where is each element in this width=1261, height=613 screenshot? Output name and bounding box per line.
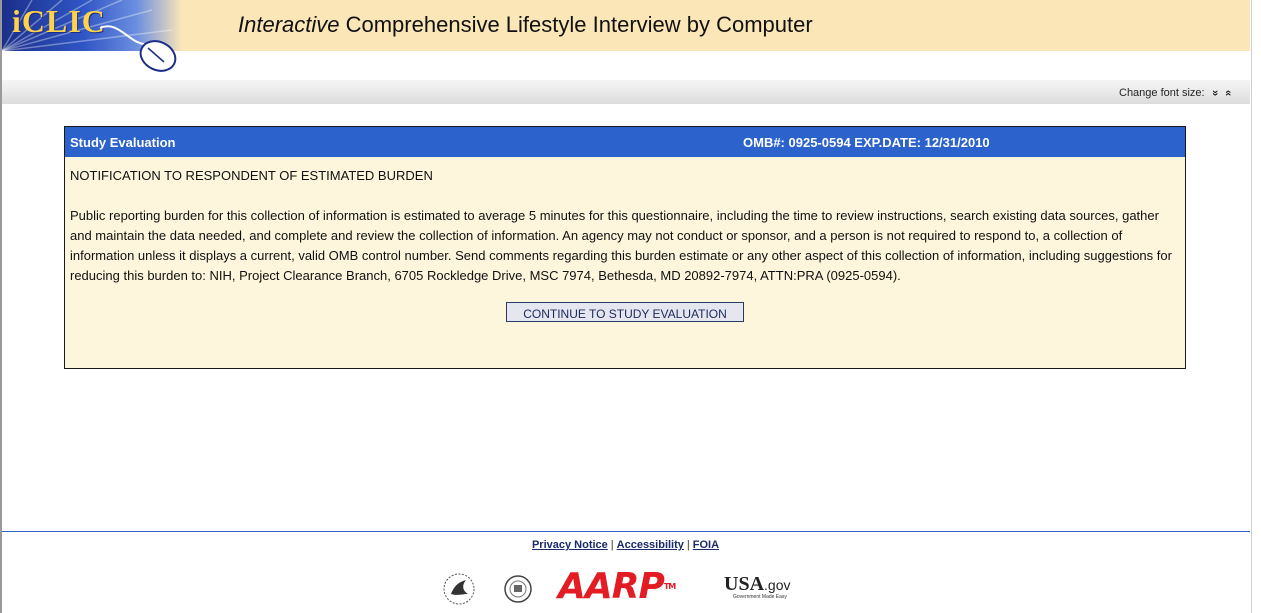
foia-link[interactable]: FOIA <box>693 539 719 551</box>
footer-divider <box>2 531 1250 532</box>
increase-font-chevron-icon[interactable]: « <box>1222 90 1234 96</box>
decrease-font-chevron-icon[interactable]: » <box>1209 90 1221 96</box>
usagov-tagline: Government Made Easy <box>733 594 787 600</box>
site-header: iCLIC Interactive Comprehensive Lifestyl… <box>2 0 1250 72</box>
footer-links: Privacy Notice | Accessibility | FOIA <box>0 539 1251 551</box>
omb-number: OMB#: 0925-0594 EXP.DATE: 12/31/2010 <box>743 135 990 150</box>
iclic-logo[interactable]: iCLIC <box>2 0 182 78</box>
continue-to-study-evaluation-button[interactable]: CONTINUE TO STUDY EVALUATION <box>506 302 744 322</box>
aarp-trademark: TM <box>663 582 676 591</box>
aarp-logo[interactable]: AARPTM <box>558 566 676 607</box>
header-stripe <box>2 80 1250 104</box>
link-separator: | <box>686 539 690 551</box>
panel-body: NOTIFICATION TO RESPONDENT OF ESTIMATED … <box>65 157 1185 324</box>
window-frame-right <box>1251 0 1261 613</box>
page-title: Interactive Comprehensive Lifestyle Inte… <box>238 12 813 38</box>
aarp-wordmark: AARP <box>558 566 665 607</box>
font-size-control: Change font size: » « <box>1119 87 1234 99</box>
panel-header: Study Evaluation OMB#: 0925-0594 EXP.DAT… <box>65 127 1185 157</box>
usa-gov-logo[interactable]: USA.gov <box>724 574 790 595</box>
study-evaluation-panel: Study Evaluation OMB#: 0925-0594 EXP.DAT… <box>64 126 1186 369</box>
title-italic-word: Interactive <box>238 12 340 37</box>
hhs-eagle-logo-icon[interactable] <box>442 572 476 606</box>
computer-mouse-icon <box>99 25 177 72</box>
accessibility-link[interactable]: Accessibility <box>617 539 684 551</box>
logo-wordmark: iCLIC <box>12 3 106 39</box>
link-separator: | <box>610 539 614 551</box>
button-row: CONTINUE TO STUDY EVALUATION <box>70 302 1180 324</box>
usagov-main: USA <box>724 573 765 595</box>
panel-title: Study Evaluation <box>70 135 176 150</box>
nih-seal-icon[interactable] <box>503 574 533 604</box>
footer-logos: AARPTM USA.gov Government Made Easy <box>0 568 1251 608</box>
usagov-suffix: .gov <box>764 577 791 593</box>
title-rest: Comprehensive Lifestyle Interview by Com… <box>339 12 813 37</box>
notice-heading: NOTIFICATION TO RESPONDENT OF ESTIMATED … <box>70 168 433 183</box>
burden-notice-text: Public reporting burden for this collect… <box>70 208 1172 283</box>
font-size-label: Change font size: <box>1119 87 1205 99</box>
privacy-notice-link[interactable]: Privacy Notice <box>532 539 608 551</box>
